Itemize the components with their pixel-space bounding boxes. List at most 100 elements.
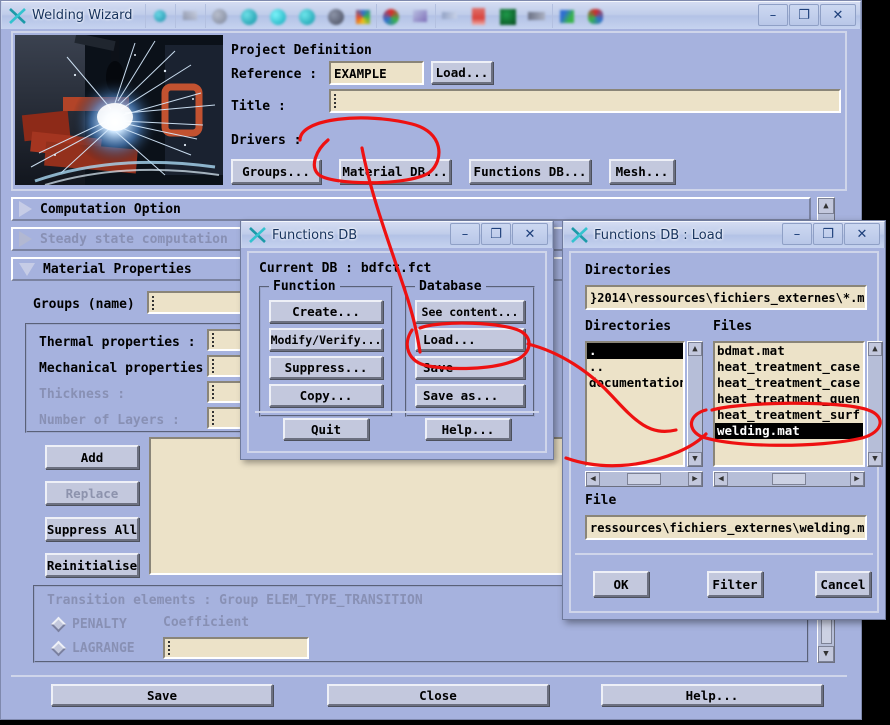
file-item[interactable]: heat_treatment_case [715,375,863,391]
files-vscrollbar[interactable]: ▲ ▼ [867,341,883,467]
create-button[interactable]: Create... [269,300,383,323]
toolbar-icon-molecule[interactable] [582,4,610,28]
filter-button[interactable]: Filter [707,571,763,597]
toolbar-icon-square-green[interactable] [494,4,522,28]
functions-db-button[interactable]: Functions DB... [469,159,591,184]
functions-db-window-buttons[interactable]: – ❐ ✕ [450,223,548,245]
maximize-button[interactable]: ❐ [481,223,511,245]
cancel-button[interactable]: Cancel [815,571,871,597]
material-db-button[interactable]: Material DB... [339,159,451,184]
directory-item[interactable]: documentation [587,375,683,391]
section-computation-option[interactable]: Computation Option [11,197,811,221]
save-button[interactable]: Save [51,684,273,706]
files-hscrollbar[interactable]: ◀ ▶ [713,471,865,487]
radio-diamond-icon[interactable] [50,616,67,633]
reference-load-button[interactable]: Load... [431,61,493,84]
scroll-up-arrow-icon[interactable]: ▲ [868,342,882,356]
toolbar-icon-chart[interactable] [551,3,581,28]
help-footer-button[interactable]: Help... [601,684,823,706]
toolbar[interactable] [144,3,610,29]
file-item[interactable]: heat_treatment_case [715,359,863,375]
toolbar-icon-person-red[interactable] [465,4,493,28]
maximize-button[interactable]: ❐ [813,223,843,245]
expand-triangle-icon[interactable] [19,201,32,217]
toolbar-icon-palette[interactable] [375,3,405,28]
groups-button[interactable]: Groups... [231,159,321,184]
scroll-left-arrow-icon[interactable]: ◀ [714,472,728,486]
file-item[interactable]: heat_treatment_quen [715,391,863,407]
suppress-button[interactable]: Suppress... [269,356,383,379]
close-footer-button[interactable]: Close [327,684,549,706]
modify-verify-button[interactable]: Modify/Verify... [269,328,383,351]
collapse-triangle-icon[interactable] [19,262,35,276]
directories-listbox[interactable]: . .. documentation [585,341,685,467]
scroll-right-arrow-icon[interactable]: ▶ [688,472,702,486]
suppress-all-button[interactable]: Suppress All [45,517,139,541]
coefficient-input[interactable] [163,637,309,659]
scroll-right-arrow-icon[interactable]: ▶ [850,472,864,486]
footer-bar: Save Close Help... [11,675,847,711]
scroll-up-arrow-icon[interactable]: ▲ [818,198,834,214]
copy-button[interactable]: Copy... [269,384,383,407]
toolbar-icon-pencil[interactable] [174,3,204,28]
reinitialise-button[interactable]: Reinitialise [45,553,139,577]
ok-button[interactable]: OK [593,571,649,597]
file-item-selected[interactable]: welding.mat [715,423,863,439]
main-window-buttons[interactable]: – ❐ ✕ [758,4,856,26]
toolbar-icon-magnifier[interactable] [144,3,174,28]
title-input[interactable] [329,89,841,113]
scroll-up-arrow-icon[interactable]: ▲ [688,342,702,356]
toolbar-icon-sphere-dark[interactable] [322,4,350,28]
filter-label: Directories [585,263,672,278]
filter-input[interactable]: }2014\ressources\fichiers_externes\*.mat [585,285,867,310]
directories-vscrollbar[interactable]: ▲ ▼ [687,341,703,467]
close-button[interactable]: ✕ [844,223,880,245]
directory-item[interactable]: . [587,343,683,359]
maximize-button[interactable]: ❐ [789,4,819,26]
filter-value: }2014\ressources\fichiers_externes\*.mat [590,290,867,305]
minimize-button[interactable]: – [450,223,480,245]
radio-lagrange[interactable]: LAGRANGE [50,640,135,657]
directory-item[interactable]: .. [587,359,683,375]
scroll-down-arrow-icon[interactable]: ▼ [688,452,702,466]
mesh-button[interactable]: Mesh... [609,159,675,184]
directories-hscrollbar[interactable]: ◀ ▶ [585,471,703,487]
toolbar-icon-pinwheel[interactable] [351,4,375,28]
file-item[interactable]: heat_treatment_surf [715,407,863,423]
load-dialog-title: Functions DB : Load [594,227,723,243]
replace-button: Replace [45,481,139,505]
scroll-thumb[interactable] [627,473,661,485]
toolbar-icon-sphere-gray[interactable] [204,3,234,28]
file-item[interactable]: bdmat.mat [715,343,863,359]
functions-db-help-button[interactable]: Help... [425,418,511,440]
file-input[interactable]: ressources\fichiers_externes\welding.mat [585,515,867,540]
toolbar-icon-sphere-cyan[interactable] [264,4,292,28]
radio-penalty[interactable]: PENALTY [50,616,127,633]
toolbar-icon-window[interactable] [406,4,434,28]
load-dialog-window-buttons[interactable]: – ❐ ✕ [782,223,880,245]
scroll-down-arrow-icon[interactable]: ▼ [818,646,834,662]
add-button[interactable]: Add [45,445,139,469]
see-content-button[interactable]: See content... [415,300,525,323]
radio-diamond-icon[interactable] [50,640,67,657]
current-db-row: Current DB : bdfct.fct [259,261,539,276]
toolbar-icon-sphere-turquoise[interactable] [293,4,321,28]
files-listbox[interactable]: bdmat.mat heat_treatment_case heat_treat… [713,341,865,467]
reference-input[interactable]: EXAMPLE [329,61,424,85]
minimize-button[interactable]: – [782,223,812,245]
quit-button[interactable]: Quit [283,418,369,440]
current-db-label: Current DB : [259,261,353,276]
close-button[interactable]: ✕ [512,223,548,245]
save-db-button[interactable]: Save [415,356,525,379]
load-button[interactable]: Load... [415,328,525,351]
save-as-button[interactable]: Save as... [415,384,525,407]
scroll-thumb[interactable] [772,473,806,485]
scroll-down-arrow-icon[interactable]: ▼ [868,452,882,466]
scroll-left-arrow-icon[interactable]: ◀ [586,472,600,486]
toolbar-icon-bar-gray[interactable] [523,4,551,28]
toolbar-icon-sphere-teal[interactable] [235,4,263,28]
minimize-button[interactable]: – [758,4,788,26]
thermal-properties-label: Thermal properties : [39,335,196,350]
toolbar-icon-glasses[interactable] [434,3,464,28]
close-button[interactable]: ✕ [820,4,856,26]
